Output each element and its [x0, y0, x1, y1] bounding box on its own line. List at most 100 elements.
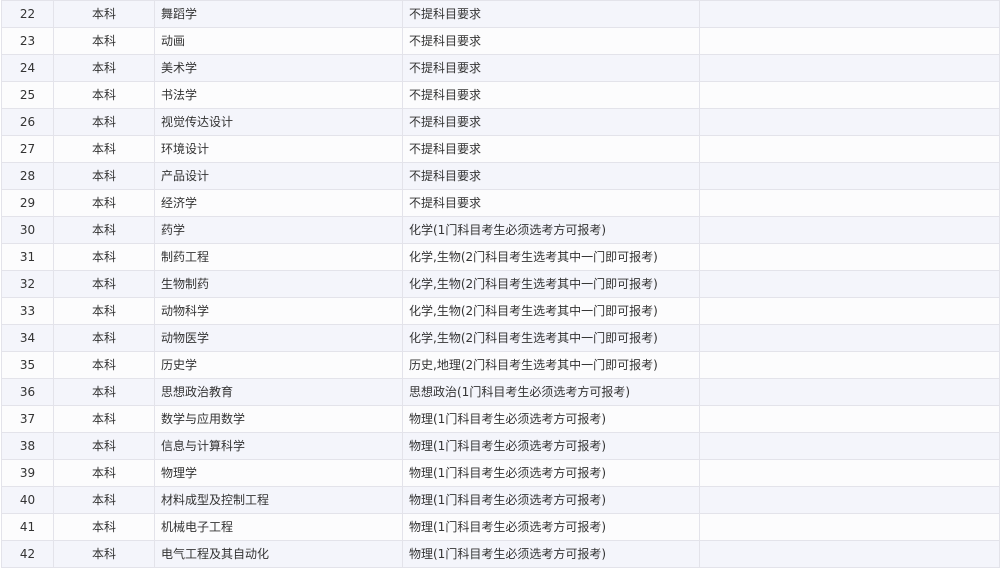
row-index: 34	[1, 324, 54, 352]
table-row: 37 本科 数学与应用数学 物理(1门科目考生必须选考方可报考)	[1, 405, 1000, 433]
row-level: 本科	[53, 297, 155, 325]
table-row: 31 本科 制药工程 化学,生物(2门科目考生选考其中一门即可报考)	[1, 243, 1000, 271]
row-empty-cell	[699, 108, 1000, 136]
table-row: 38 本科 信息与计算科学 物理(1门科目考生必须选考方可报考)	[1, 432, 1000, 460]
row-level: 本科	[53, 270, 155, 298]
row-major: 产品设计	[154, 162, 403, 190]
row-requirement: 物理(1门科目考生必须选考方可报考)	[402, 459, 700, 487]
subject-requirements-table-container: 22 本科 舞蹈学 不提科目要求 23 本科 动画 不提科目要求 24 本科 美…	[0, 0, 1000, 570]
row-requirement: 化学,生物(2门科目考生选考其中一门即可报考)	[402, 270, 700, 298]
row-level: 本科	[53, 432, 155, 460]
row-level: 本科	[53, 243, 155, 271]
row-empty-cell	[699, 351, 1000, 379]
row-major: 电气工程及其自动化	[154, 540, 403, 568]
row-empty-cell	[699, 486, 1000, 514]
row-major: 经济学	[154, 189, 403, 217]
row-requirement: 不提科目要求	[402, 81, 700, 109]
row-index: 33	[1, 297, 54, 325]
table-row: 24 本科 美术学 不提科目要求	[1, 54, 1000, 82]
table-row: 36 本科 思想政治教育 思想政治(1门科目考生必须选考方可报考)	[1, 378, 1000, 406]
row-requirement: 不提科目要求	[402, 54, 700, 82]
row-level: 本科	[53, 27, 155, 55]
row-major: 动画	[154, 27, 403, 55]
row-major: 数学与应用数学	[154, 405, 403, 433]
row-index: 31	[1, 243, 54, 271]
row-major: 环境设计	[154, 135, 403, 163]
row-empty-cell	[699, 162, 1000, 190]
row-major: 舞蹈学	[154, 0, 403, 28]
row-requirement: 物理(1门科目考生必须选考方可报考)	[402, 540, 700, 568]
row-index: 41	[1, 513, 54, 541]
row-level: 本科	[53, 81, 155, 109]
row-index: 36	[1, 378, 54, 406]
row-index: 30	[1, 216, 54, 244]
table-row: 22 本科 舞蹈学 不提科目要求	[1, 0, 1000, 28]
row-requirement: 不提科目要求	[402, 108, 700, 136]
row-index: 37	[1, 405, 54, 433]
table-row: 23 本科 动画 不提科目要求	[1, 27, 1000, 55]
row-index: 26	[1, 108, 54, 136]
table-row: 41 本科 机械电子工程 物理(1门科目考生必须选考方可报考)	[1, 513, 1000, 541]
table-row: 26 本科 视觉传达设计 不提科目要求	[1, 108, 1000, 136]
row-level: 本科	[53, 162, 155, 190]
row-index: 25	[1, 81, 54, 109]
row-empty-cell	[699, 243, 1000, 271]
row-major: 机械电子工程	[154, 513, 403, 541]
table-body: 22 本科 舞蹈学 不提科目要求 23 本科 动画 不提科目要求 24 本科 美…	[1, 0, 1000, 568]
row-index: 40	[1, 486, 54, 514]
row-requirement: 化学,生物(2门科目考生选考其中一门即可报考)	[402, 324, 700, 352]
row-index: 22	[1, 0, 54, 28]
row-major: 动物医学	[154, 324, 403, 352]
row-requirement: 化学,生物(2门科目考生选考其中一门即可报考)	[402, 243, 700, 271]
row-level: 本科	[53, 135, 155, 163]
row-level: 本科	[53, 459, 155, 487]
row-empty-cell	[699, 513, 1000, 541]
row-major: 物理学	[154, 459, 403, 487]
row-empty-cell	[699, 405, 1000, 433]
table-row: 30 本科 药学 化学(1门科目考生必须选考方可报考)	[1, 216, 1000, 244]
row-level: 本科	[53, 189, 155, 217]
row-index: 24	[1, 54, 54, 82]
row-index: 38	[1, 432, 54, 460]
row-level: 本科	[53, 324, 155, 352]
row-requirement: 不提科目要求	[402, 135, 700, 163]
row-empty-cell	[699, 459, 1000, 487]
row-index: 39	[1, 459, 54, 487]
row-empty-cell	[699, 81, 1000, 109]
row-empty-cell	[699, 378, 1000, 406]
row-level: 本科	[53, 54, 155, 82]
row-major: 生物制药	[154, 270, 403, 298]
table-row: 28 本科 产品设计 不提科目要求	[1, 162, 1000, 190]
row-requirement: 不提科目要求	[402, 189, 700, 217]
row-requirement: 化学(1门科目考生必须选考方可报考)	[402, 216, 700, 244]
row-major: 历史学	[154, 351, 403, 379]
row-requirement: 物理(1门科目考生必须选考方可报考)	[402, 405, 700, 433]
table-row: 35 本科 历史学 历史,地理(2门科目考生选考其中一门即可报考)	[1, 351, 1000, 379]
row-level: 本科	[53, 513, 155, 541]
row-level: 本科	[53, 216, 155, 244]
row-requirement: 化学,生物(2门科目考生选考其中一门即可报考)	[402, 297, 700, 325]
table-row: 29 本科 经济学 不提科目要求	[1, 189, 1000, 217]
row-index: 23	[1, 27, 54, 55]
row-requirement: 不提科目要求	[402, 27, 700, 55]
table-row: 33 本科 动物科学 化学,生物(2门科目考生选考其中一门即可报考)	[1, 297, 1000, 325]
row-empty-cell	[699, 324, 1000, 352]
row-major: 书法学	[154, 81, 403, 109]
table-row: 40 本科 材料成型及控制工程 物理(1门科目考生必须选考方可报考)	[1, 486, 1000, 514]
table-row: 32 本科 生物制药 化学,生物(2门科目考生选考其中一门即可报考)	[1, 270, 1000, 298]
row-level: 本科	[53, 351, 155, 379]
table-row: 39 本科 物理学 物理(1门科目考生必须选考方可报考)	[1, 459, 1000, 487]
row-requirement: 思想政治(1门科目考生必须选考方可报考)	[402, 378, 700, 406]
row-index: 35	[1, 351, 54, 379]
row-empty-cell	[699, 27, 1000, 55]
row-level: 本科	[53, 540, 155, 568]
row-major: 信息与计算科学	[154, 432, 403, 460]
row-empty-cell	[699, 216, 1000, 244]
row-major: 材料成型及控制工程	[154, 486, 403, 514]
row-level: 本科	[53, 486, 155, 514]
row-requirement: 历史,地理(2门科目考生选考其中一门即可报考)	[402, 351, 700, 379]
table-row: 25 本科 书法学 不提科目要求	[1, 81, 1000, 109]
row-empty-cell	[699, 54, 1000, 82]
row-requirement: 物理(1门科目考生必须选考方可报考)	[402, 486, 700, 514]
row-major: 药学	[154, 216, 403, 244]
